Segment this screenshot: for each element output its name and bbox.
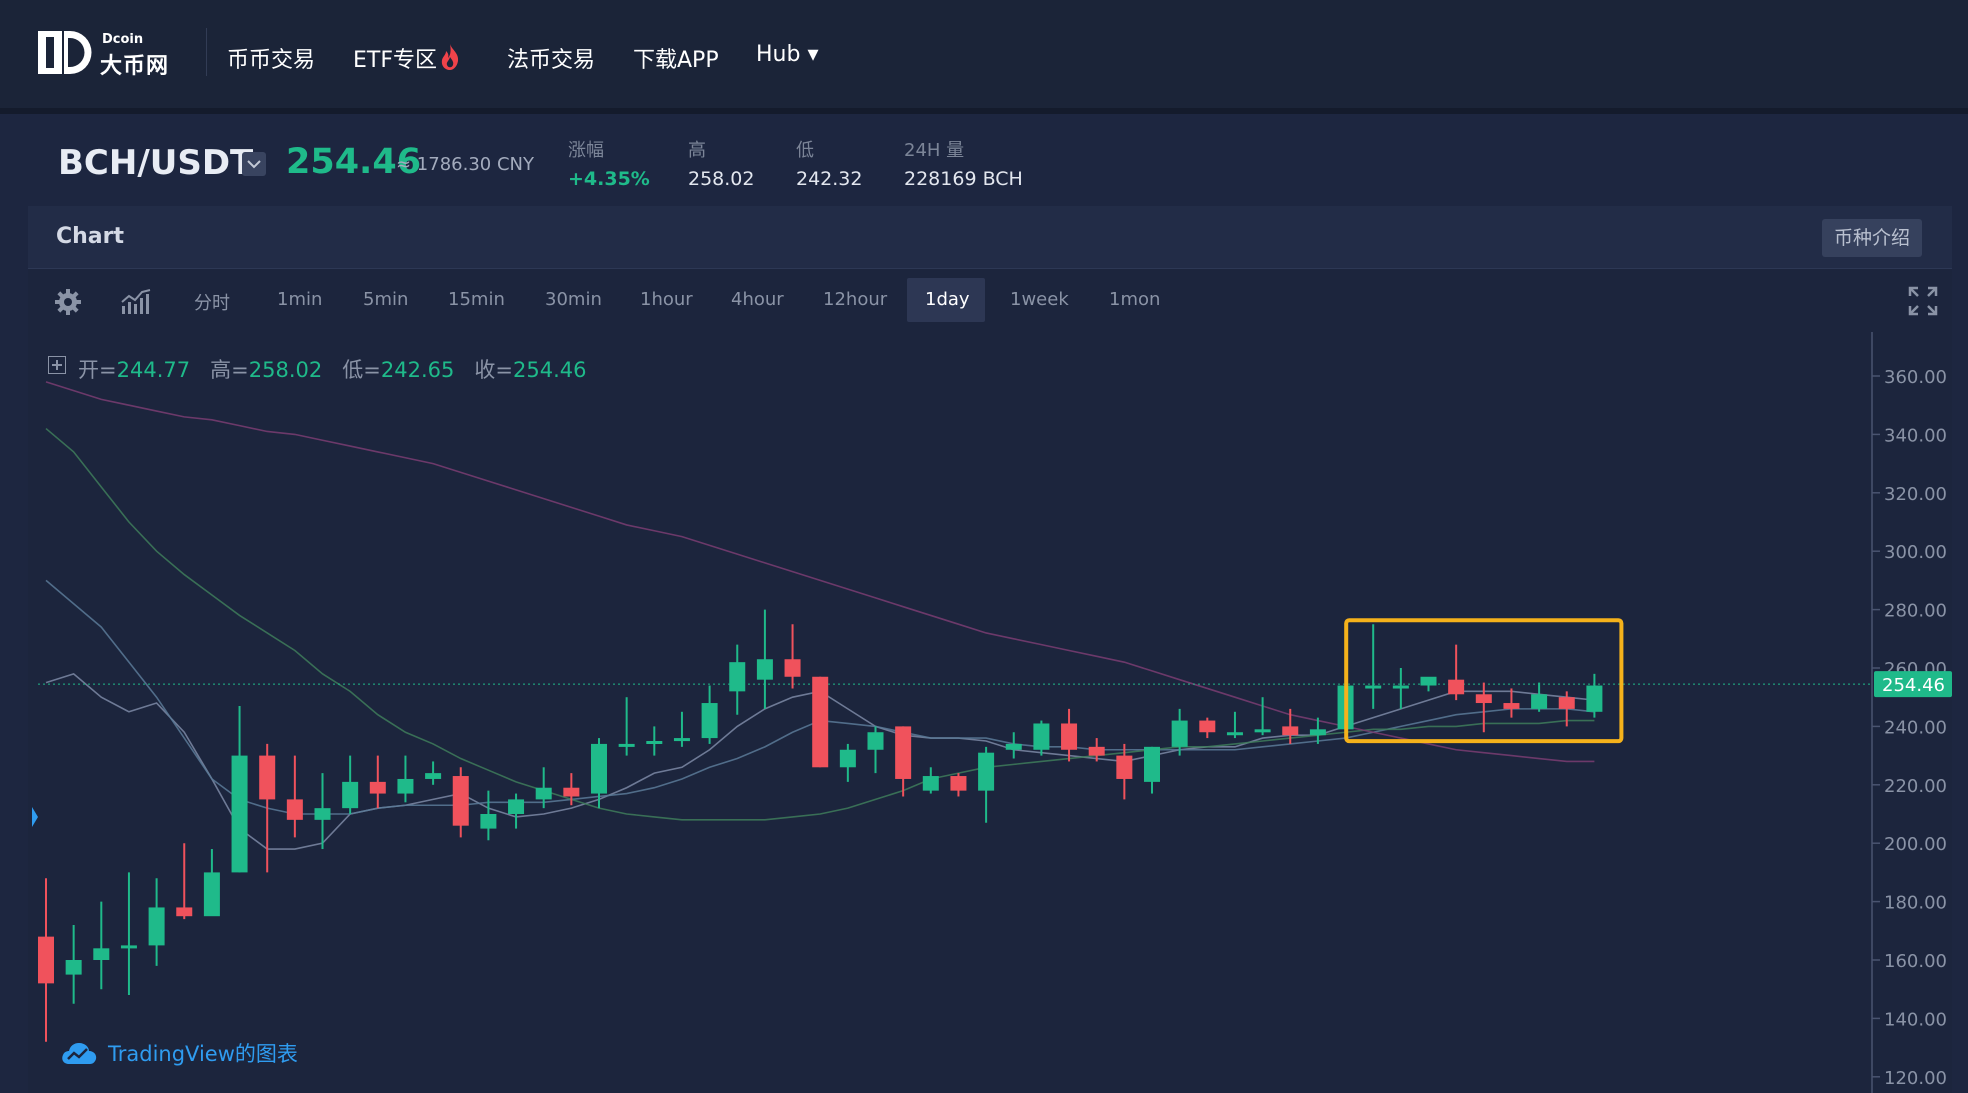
legend-close-label: 收= (474, 358, 513, 382)
candle-body (1061, 723, 1078, 750)
candle-body (895, 726, 912, 779)
price-axis-label: 160.00 (1884, 951, 1947, 972)
candle-body (425, 773, 442, 779)
candle-body (535, 787, 552, 800)
price-axis-label: 180.00 (1884, 893, 1947, 914)
candle-body (1503, 703, 1520, 709)
candle-body (1365, 685, 1382, 689)
candle-body (452, 776, 469, 826)
candle-body (1309, 729, 1326, 736)
candle-body (508, 799, 525, 814)
candle-body (38, 936, 54, 984)
candle-body (286, 799, 303, 820)
candle-body (922, 776, 939, 791)
candle-body (1033, 723, 1050, 750)
candle-body (784, 659, 801, 677)
candle-body (65, 960, 82, 975)
candle-body (397, 778, 414, 794)
candle-body (867, 732, 884, 750)
candle-body (1475, 694, 1492, 704)
candle-body (1392, 685, 1409, 689)
candle-body (93, 948, 110, 960)
price-axis-label: 320.00 (1884, 484, 1947, 505)
candle-body (978, 752, 995, 791)
candle-body (1116, 755, 1133, 779)
candle-body (646, 741, 663, 744)
candle-body (1586, 685, 1603, 712)
ohlc-legend: 开=244.77 高=258.02 低=242.65 收=254.46 (78, 354, 586, 384)
candle-body (1144, 746, 1160, 782)
candle-body (756, 659, 773, 680)
candle-body (1199, 720, 1216, 733)
candle-body (1226, 732, 1243, 736)
legend-open-label: 开= (78, 358, 117, 382)
candle-body (839, 749, 856, 768)
price-axis-label: 200.00 (1884, 834, 1947, 855)
legend-close-value: 254.46 (512, 358, 587, 382)
candle-body (1254, 729, 1271, 733)
candle-body (176, 907, 193, 917)
legend-low-label: 低= (342, 358, 381, 382)
candle-body (950, 776, 967, 791)
legend-low-value: 242.65 (380, 358, 455, 382)
price-axis-label: 280.00 (1884, 601, 1947, 622)
price-axis-label: 340.00 (1884, 425, 1947, 446)
candle-body (1558, 697, 1575, 709)
candle-body (480, 814, 497, 829)
candle-body (701, 703, 718, 739)
candle-body (1448, 679, 1465, 695)
scroll-left-icon[interactable] (30, 806, 40, 828)
legend-toggle-icon[interactable] (48, 356, 66, 374)
candle-body (120, 945, 137, 949)
tradingview-cloud-icon (62, 1043, 97, 1064)
candle-body (1531, 694, 1548, 709)
candle-body (148, 907, 165, 946)
candle-body (618, 743, 635, 747)
price-axis-label: 120.00 (1884, 1068, 1947, 1089)
candle-body (1282, 726, 1299, 736)
candle-body (203, 872, 220, 917)
candle-body (1420, 676, 1437, 686)
candle-body (342, 781, 359, 809)
price-axis-label: 220.00 (1884, 776, 1947, 797)
candle-body (591, 743, 607, 794)
legend-high-value: 258.02 (248, 358, 323, 382)
price-axis-label: 300.00 (1884, 542, 1947, 563)
last-price-badge-label: 254.46 (1882, 675, 1945, 696)
price-axis-label: 360.00 (1884, 367, 1947, 388)
candle-body (563, 787, 580, 797)
candle-body (1088, 746, 1105, 756)
legend-high-label: 高= (210, 358, 249, 382)
candle-body (369, 781, 386, 794)
candle-body (259, 755, 276, 800)
legend-open-value: 244.77 (116, 358, 191, 382)
candle-body (1171, 720, 1188, 747)
candle-body (1005, 743, 1022, 750)
tradingview-watermark[interactable]: TradingView的图表 (108, 1038, 298, 1068)
price-axis-label: 240.00 (1884, 717, 1947, 738)
candle-body (231, 755, 248, 873)
candle-body (314, 808, 331, 820)
price-chart[interactable]: 360.00340.00320.00300.00280.00260.00240.… (0, 0, 1968, 1093)
candle-body (812, 676, 829, 768)
price-axis-label: 140.00 (1884, 1009, 1947, 1030)
candle-body (673, 738, 690, 742)
candle-body (729, 662, 746, 692)
